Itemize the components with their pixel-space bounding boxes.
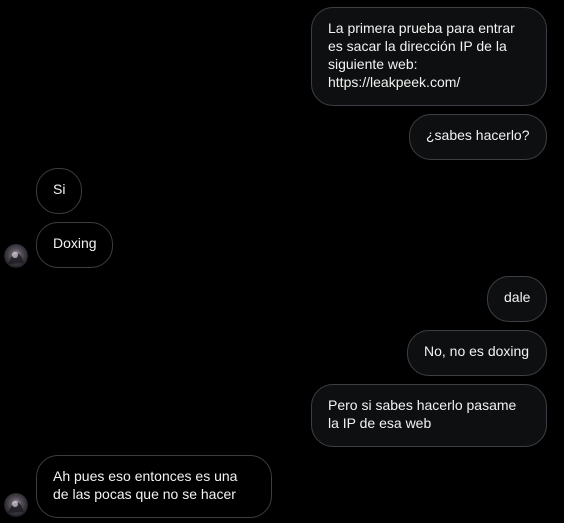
message-bubble-sent[interactable]: No, no es doxing xyxy=(407,330,547,376)
user-avatar-icon[interactable] xyxy=(4,493,28,517)
message-bubble-received[interactable]: Ah pues eso entonces es una de las pocas… xyxy=(36,455,272,518)
message-bubble-sent[interactable]: Pero si sabes hacerlo pasame la IP de es… xyxy=(311,384,547,447)
message-bubble-received[interactable]: Si xyxy=(36,168,82,214)
message-bubble-sent[interactable]: La primera prueba para entrar es sacar l… xyxy=(311,7,547,106)
message-bubble-received[interactable]: Doxing xyxy=(36,222,113,268)
user-avatar-icon[interactable] xyxy=(4,244,28,268)
message-bubble-sent[interactable]: dale xyxy=(487,276,547,322)
message-bubble-sent[interactable]: ¿sabes hacerlo? xyxy=(409,114,547,160)
